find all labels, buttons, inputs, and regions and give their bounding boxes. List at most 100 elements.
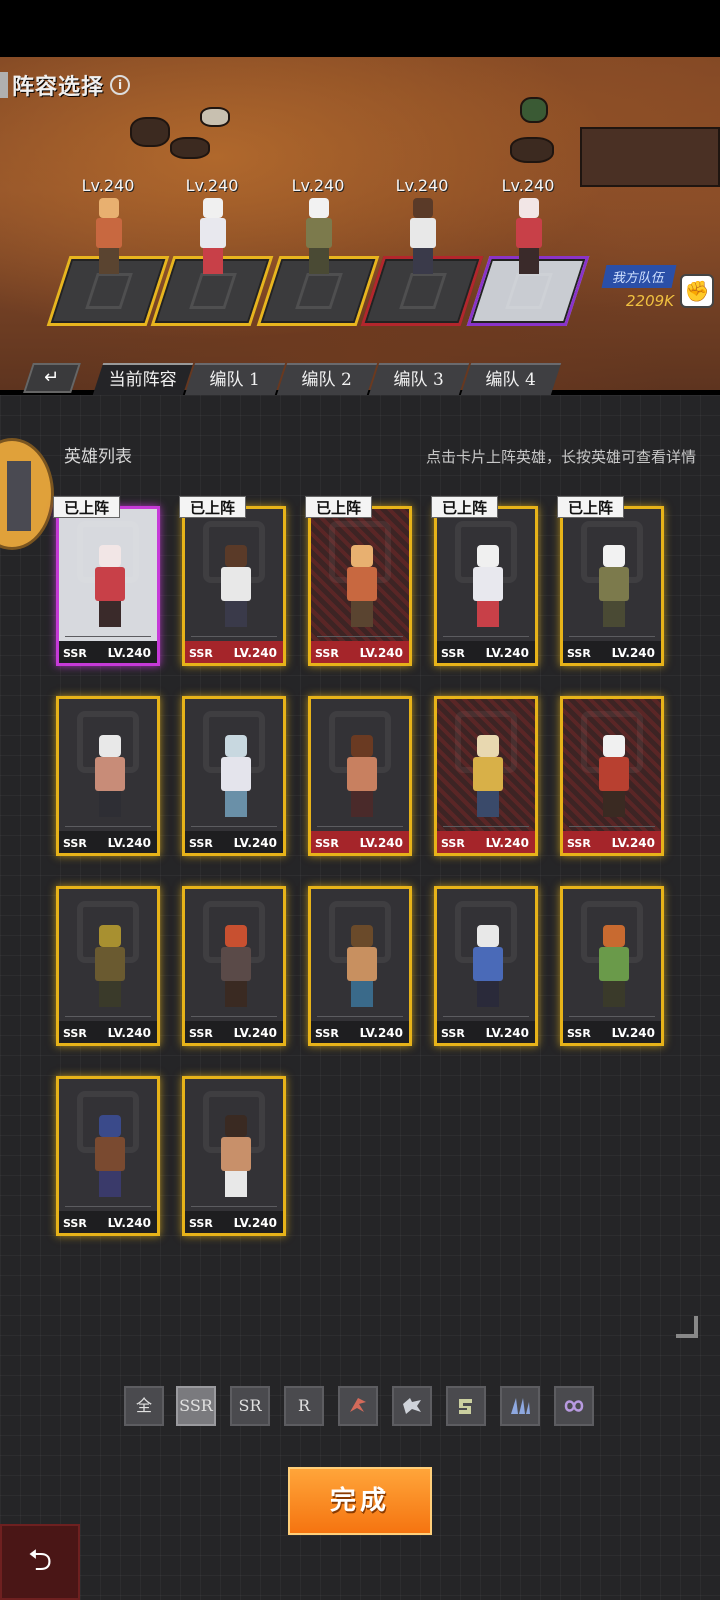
hero-card[interactable]: SSR LV.240 (56, 696, 160, 856)
hero-sprite (215, 539, 255, 629)
hero-sprite (467, 919, 507, 1009)
hero-level: LV.240 (359, 836, 403, 850)
hero-card[interactable]: SSR LV.240 (56, 886, 160, 1046)
hero-level: LV.240 (107, 1026, 151, 1040)
hero-sprite (467, 539, 507, 629)
rarity-badge: SSR (63, 1027, 87, 1040)
rarity-badge: SSR (441, 1027, 465, 1040)
hero-sprite (467, 729, 507, 819)
hero-level: LV.240 (611, 836, 655, 850)
tab-team-1[interactable]: 编队 1 (184, 363, 286, 395)
formation-slot[interactable]: Lv.240 (256, 168, 380, 326)
team-power: 我方队伍 2209K (601, 265, 677, 310)
hero-card[interactable]: SSR LV.240 (560, 696, 664, 856)
hero-sprite (89, 729, 129, 819)
rarity-badge: SSR (63, 1217, 87, 1230)
formation-slot[interactable]: Lv.240 (360, 168, 484, 326)
hero-sprite (215, 1109, 255, 1199)
hero-card[interactable]: SSR LV.240 (182, 696, 286, 856)
info-icon[interactable]: i (110, 75, 131, 95)
hero-sprite (341, 919, 381, 1009)
page-title: 阵容选择 (12, 75, 105, 100)
hero-level: LV.240 (107, 646, 151, 660)
tab-team-3[interactable]: 编队 3 (368, 363, 470, 395)
filter-rarity-button[interactable]: SR (230, 1386, 270, 1426)
hero-sprite (341, 539, 381, 629)
hero-card[interactable]: SSR LV.240 (560, 886, 664, 1046)
title-bar: 阵容选择 i (0, 72, 131, 100)
hero-card[interactable]: SSR LV.240 已上阵 (305, 496, 412, 666)
hero-sprite (593, 919, 633, 1009)
filter-rarity-button[interactable]: R (284, 1386, 324, 1426)
deployed-badge: 已上阵 (179, 496, 247, 518)
rarity-badge: SSR (189, 1217, 213, 1230)
team-power-label: 我方队伍 (601, 265, 677, 288)
hero-sprite (593, 539, 633, 629)
hero-level: LV.240 (485, 1026, 529, 1040)
hero-card[interactable]: SSR LV.240 已上阵 (179, 496, 286, 666)
tab-current[interactable]: 当前阵容 (92, 363, 194, 395)
rarity-badge: SSR (63, 837, 87, 850)
rarity-badge: SSR (567, 1027, 591, 1040)
hero-list-title: 英雄列表 (64, 447, 132, 467)
formation-slot[interactable]: Lv.240 (466, 168, 590, 326)
rarity-badge: SSR (315, 647, 339, 660)
hero-card[interactable]: SSR LV.240 (56, 1076, 160, 1236)
wing-faction-icon (508, 1394, 532, 1418)
hero-card[interactable]: SSR LV.240 (308, 696, 412, 856)
hero-level: LV.240 (359, 646, 403, 660)
slot-level: Lv.240 (395, 176, 449, 195)
tab-label: 当前阵容 (108, 370, 177, 390)
formation-slot[interactable]: Lv.240 (150, 168, 274, 326)
hero-level: LV.240 (485, 646, 529, 660)
back-tab-button[interactable]: ↵ (23, 363, 81, 393)
filter-claw-faction[interactable] (338, 1386, 378, 1426)
tab-label: 编队 2 (301, 370, 352, 390)
hero-card[interactable]: SSR LV.240 (434, 886, 538, 1046)
hero-sprite (593, 729, 633, 819)
filter-rarity-button[interactable]: 全 (124, 1386, 164, 1426)
hero-sprite (215, 729, 255, 819)
team-power-value: 2209K (625, 292, 674, 310)
deployed-badge: 已上阵 (557, 496, 625, 518)
hero-level: LV.240 (107, 1216, 151, 1230)
hero-level: LV.240 (611, 646, 655, 660)
rarity-badge: SSR (441, 647, 465, 660)
slot-level: Lv.240 (501, 176, 555, 195)
hero-card[interactable]: SSR LV.240 (182, 1076, 286, 1236)
filter-serpent-faction[interactable] (446, 1386, 486, 1426)
hero-card[interactable]: SSR LV.240 (308, 886, 412, 1046)
tab-team-2[interactable]: 编队 2 (276, 363, 378, 395)
hero-card[interactable]: SSR LV.240 已上阵 (557, 496, 664, 666)
filter-wolf-faction[interactable] (392, 1386, 432, 1426)
slot-level: Lv.240 (185, 176, 239, 195)
hero-card[interactable]: SSR LV.240 已上阵 (53, 496, 160, 666)
done-button[interactable]: 完成 (288, 1467, 432, 1535)
fist-icon[interactable]: ✊ (680, 274, 714, 308)
filter-wing-faction[interactable] (500, 1386, 540, 1426)
hero-card[interactable]: SSR LV.240 (182, 886, 286, 1046)
title-marker (0, 72, 8, 98)
slot-level: Lv.240 (81, 176, 135, 195)
hero-sprite (406, 198, 440, 278)
serpent-faction-icon (454, 1394, 478, 1418)
wolf-faction-icon (400, 1394, 424, 1418)
deployed-badge: 已上阵 (431, 496, 499, 518)
rarity-badge: SSR (63, 647, 87, 660)
formation-slot[interactable]: Lv.240 (46, 168, 170, 326)
tab-team-4[interactable]: 编队 4 (460, 363, 562, 395)
formation-tabs: ↵ 当前阵容 编队 1 编队 2 编队 3 编队 4 (0, 355, 720, 395)
hero-card[interactable]: SSR LV.240 已上阵 (431, 496, 538, 666)
rarity-badge: SSR (567, 647, 591, 660)
rarity-badge: SSR (189, 837, 213, 850)
hero-sprite (89, 1109, 129, 1199)
hero-sprite (92, 198, 126, 278)
filter-rarity-button[interactable]: SSR (176, 1386, 216, 1426)
infinity-faction-icon (562, 1394, 586, 1418)
return-icon[interactable]: ⮌ (0, 1524, 80, 1600)
hero-card[interactable]: SSR LV.240 (434, 696, 538, 856)
hero-level: LV.240 (233, 1026, 277, 1040)
filter-infinity-faction[interactable] (554, 1386, 594, 1426)
corner-bracket (676, 1316, 698, 1338)
hero-sprite (302, 198, 336, 278)
